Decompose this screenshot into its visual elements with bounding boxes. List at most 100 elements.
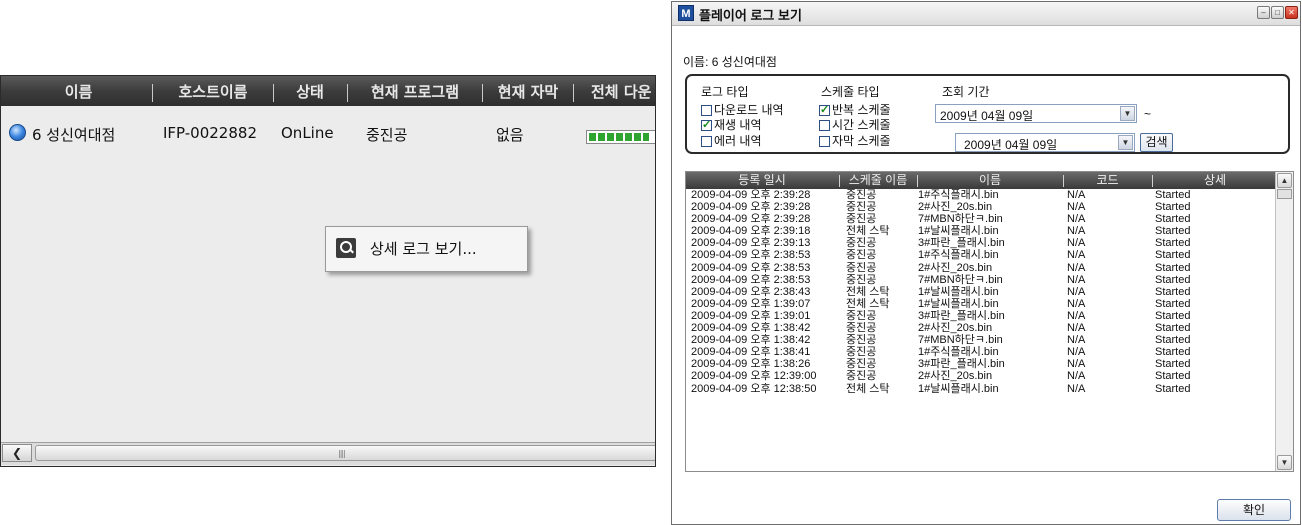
cell-detail: Started: [1155, 213, 1191, 226]
scroll-down-button[interactable]: ▼: [1277, 455, 1292, 470]
cell-registered-at: 2009-04-09 오후 2:38:43: [691, 285, 811, 298]
column-separator[interactable]: [482, 84, 483, 102]
close-button[interactable]: ✕: [1285, 6, 1298, 19]
table-row[interactable]: 2009-04-09 오후 2:38:53 중진공 2#사진_20s.bin N/A S…: [686, 262, 1277, 274]
column-program[interactable]: 현재 프로그램: [349, 76, 481, 106]
date-from-select[interactable]: 2009년 04월 09일 ▼: [935, 104, 1137, 123]
cell-code: N/A: [1067, 261, 1086, 274]
scroll-up-button[interactable]: ▲: [1277, 173, 1292, 188]
cell-detail: Started: [1155, 237, 1191, 250]
column-separator[interactable]: [573, 84, 574, 102]
table-row[interactable]: 2009-04-09 오후 1:38:41 중진공 1#주식플래시.bin N/A St…: [686, 346, 1277, 358]
cell-registered-at: 2009-04-09 오후 2:38:53: [691, 261, 811, 274]
download-progress-bar: [586, 130, 655, 144]
cell-code: N/A: [1067, 358, 1086, 371]
table-row[interactable]: 2009-04-09 오후 12:38:50 전체 스탁 1#날씨플래시.bin N/…: [686, 383, 1277, 395]
cell-code: N/A: [1067, 273, 1086, 286]
scroll-left-button[interactable]: ❮: [2, 444, 32, 462]
table-row[interactable]: 2009-04-09 오후 1:38:26 중진공 3#파란_플래시.bin N/A S…: [686, 358, 1277, 370]
scroll-thumb[interactable]: ||||: [35, 445, 655, 461]
minimize-button[interactable]: –: [1257, 6, 1270, 19]
table-row[interactable]: 2009-04-09 오후 2:38:53 중진공 7#MBN하단ㅋ.bin N/A S…: [686, 274, 1277, 286]
cell-name: 7#MBN하단ㅋ.bin: [918, 273, 1003, 286]
column-total-download[interactable]: 전체 다운: [575, 76, 655, 106]
horizontal-scrollbar[interactable]: ❮ ||||: [1, 442, 655, 465]
column-separator[interactable]: [273, 84, 274, 102]
cell-detail: Started: [1155, 334, 1191, 347]
table-row[interactable]: 2009-04-09 오후 2:38:43 전체 스탁 1#날씨플래시.bin N/A…: [686, 286, 1277, 298]
cell-registered-at: 2009-04-09 오후 1:38:42: [691, 322, 811, 335]
title-bar[interactable]: M 플레이어 로그 보기 – □ ✕: [672, 2, 1300, 26]
header-detail[interactable]: 상세: [1153, 172, 1277, 189]
cell-name: 1#주식플래시.bin: [918, 249, 999, 262]
cell-schedule-name: 중진공: [846, 237, 877, 250]
search-button[interactable]: 검색: [1140, 133, 1173, 152]
player-host: IFP-0022882: [163, 124, 257, 142]
checkbox-subtitle-schedule[interactable]: 자막 스케줄: [819, 132, 891, 148]
player-name: 6 성신여대점: [32, 126, 116, 144]
checkmark-icon: [701, 118, 712, 131]
ok-button[interactable]: 확인: [1217, 499, 1291, 521]
column-separator[interactable]: [347, 84, 348, 102]
cell-schedule-name: 중진공: [846, 273, 877, 286]
vertical-scrollbar[interactable]: ▲ ▼: [1275, 172, 1293, 471]
column-subtitle[interactable]: 현재 자막: [484, 76, 572, 106]
column-name[interactable]: 이름: [11, 76, 146, 106]
cell-code: N/A: [1067, 334, 1086, 347]
menu-item-view-detail-log[interactable]: 상세 로그 보기...: [332, 231, 520, 265]
cell-code: N/A: [1067, 322, 1086, 335]
header-registered-at[interactable]: 등록 일시: [686, 172, 838, 189]
player-status: OnLine: [281, 124, 334, 142]
table-row[interactable]: 2009-04-09 오후 2:38:53 중진공 1#주식플래시.bin N/A St…: [686, 249, 1277, 261]
table-row[interactable]: 2009-04-09 오후 2:39:28 중진공 7#MBN하단ㅋ.bin N/A S…: [686, 213, 1277, 225]
checkbox-download-log[interactable]: 다운로드 내역: [701, 101, 784, 117]
cell-schedule-name: 전체 스탁: [846, 297, 890, 310]
table-row[interactable]: 2009-04-09 오후 1:38:42 중진공 7#MBN하단ㅋ.bin N/A S…: [686, 334, 1277, 346]
cell-schedule-name: 전체 스탁: [846, 225, 890, 238]
schedule-type-label: 스케줄 타입: [821, 85, 880, 99]
checkbox-error-log[interactable]: 에러 내역: [701, 132, 762, 148]
table-row[interactable]: 2009-04-09 오후 2:39:28 중진공 2#사진_20s.bin N/A S…: [686, 201, 1277, 213]
header-code[interactable]: 코드: [1064, 172, 1151, 189]
chevron-down-icon[interactable]: ▼: [1120, 106, 1135, 121]
checkbox-time-schedule[interactable]: 시간 스케줄: [819, 116, 891, 132]
checkbox-play-log[interactable]: 재생 내역: [701, 116, 762, 132]
column-separator[interactable]: [152, 84, 153, 102]
maximize-button[interactable]: □: [1271, 6, 1284, 19]
cell-name: 3#파란_플래시.bin: [918, 237, 1005, 250]
table-row[interactable]: 2009-04-09 오후 1:38:42 중진공 2#사진_20s.bin N/A S…: [686, 322, 1277, 334]
table-row[interactable]: 2009-04-09 오후 1:39:01 중진공 3#파란_플래시.bin N/A S…: [686, 310, 1277, 322]
header-schedule-name[interactable]: 스케줄 이름: [840, 172, 916, 189]
column-host[interactable]: 호스트이름: [154, 76, 272, 106]
range-tilde: ~: [1144, 107, 1152, 121]
checkbox-icon: [819, 136, 830, 147]
cell-registered-at: 2009-04-09 오후 1:38:26: [691, 358, 811, 371]
table-row[interactable]: 2009-04-09 오후 12:39:00 중진공 2#사진_20s.bin N/A…: [686, 370, 1277, 382]
scroll-thumb[interactable]: [1277, 189, 1292, 199]
cell-schedule-name: 중진공: [846, 309, 877, 322]
checkbox-icon: [701, 136, 712, 147]
cell-schedule-name: 전체 스탁: [846, 382, 890, 395]
context-menu: 상세 로그 보기...: [325, 226, 528, 272]
cell-detail: Started: [1155, 382, 1191, 395]
player-row[interactable]: 6 성신여대점 IFP-0022882 OnLine 중진공 없음: [1, 118, 655, 146]
cell-registered-at: 2009-04-09 오후 12:38:50: [691, 382, 817, 395]
cell-name: 2#사진_20s.bin: [918, 201, 993, 214]
table-row[interactable]: 2009-04-09 오후 2:39:13 중진공 3#파란_플래시.bin N/A S…: [686, 237, 1277, 249]
table-row[interactable]: 2009-04-09 오후 2:39:18 전체 스탁 1#날씨플래시.bin N/A…: [686, 225, 1277, 237]
header-name[interactable]: 이름: [918, 172, 1062, 189]
globe-icon: [9, 124, 26, 141]
table-row[interactable]: 2009-04-09 오후 2:39:28 중진공 1#주식플래시.bin N/A St…: [686, 189, 1277, 201]
table-row[interactable]: 2009-04-09 오후 1:39:07 전체 스탁 1#날씨플래시.bin N/A…: [686, 298, 1277, 310]
player-log-dialog: M 플레이어 로그 보기 – □ ✕ 이름: 6 성신여대점 로그 타입 스케줄…: [671, 1, 1301, 525]
cell-schedule-name: 중진공: [846, 370, 877, 383]
chevron-down-icon[interactable]: ▼: [1118, 135, 1133, 150]
cell-name: 3#파란_플래시.bin: [918, 358, 1005, 371]
cell-code: N/A: [1067, 225, 1086, 238]
cell-code: N/A: [1067, 213, 1086, 226]
checkbox-icon: [701, 105, 712, 116]
checkbox-repeat-schedule[interactable]: 반복 스케줄: [819, 101, 891, 117]
column-status[interactable]: 상태: [275, 76, 345, 106]
cell-schedule-name: 중진공: [846, 334, 877, 347]
date-to-select[interactable]: 2009년 04월 09일 ▼: [955, 133, 1135, 152]
